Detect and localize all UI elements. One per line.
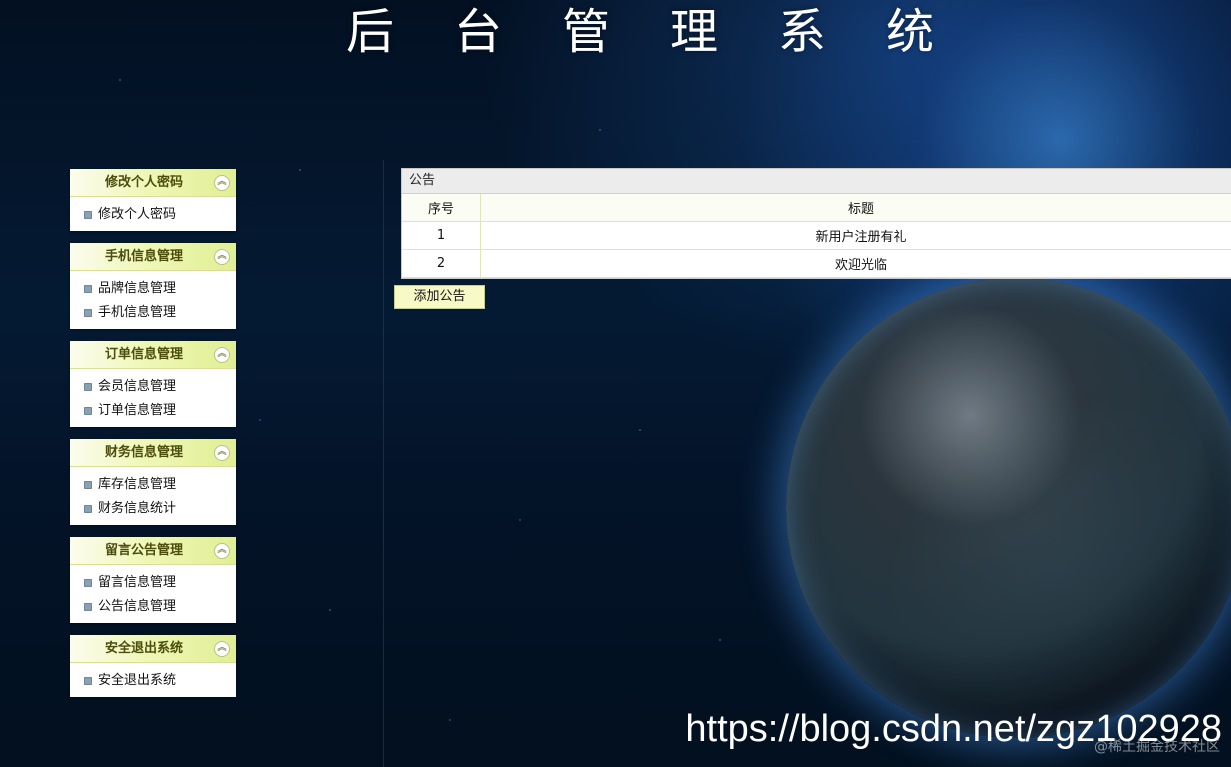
notice-table: 序号 标题 1 新用户注册有礼 2 欢迎光临 (402, 194, 1231, 278)
collapse-icon[interactable]: ︽ (214, 543, 230, 559)
column-header-title: 标题 (480, 194, 1231, 222)
menu-item-label: 财务信息统计 (98, 501, 177, 516)
menu-header-label: 安全退出系统 (104, 641, 183, 656)
page-title: 后台管理系统 (345, 4, 994, 60)
menu-header-label: 手机信息管理 (104, 249, 183, 264)
menu-item-logout[interactable]: 安全退出系统 (70, 669, 236, 693)
menu-header[interactable]: 手机信息管理 ︽ (70, 243, 236, 271)
cell-title[interactable]: 新用户注册有礼 (480, 221, 1231, 250)
table-row[interactable]: 1 新用户注册有礼 (402, 221, 1231, 250)
menu-group-logout: 安全退出系统 ︽ 安全退出系统 (70, 635, 236, 697)
menu-item-label: 公告信息管理 (98, 599, 177, 614)
column-header-no: 序号 (402, 194, 481, 222)
menu-header-label: 订单信息管理 (104, 347, 183, 362)
menu-group-order: 订单信息管理 ︽ 会员信息管理 订单信息管理 (70, 341, 236, 427)
menu-items: 留言信息管理 公告信息管理 (70, 565, 236, 623)
menu-header[interactable]: 安全退出系统 ︽ (70, 635, 236, 663)
menu-item-label: 手机信息管理 (98, 305, 177, 320)
menu-item-message[interactable]: 留言信息管理 (70, 571, 236, 595)
collapse-icon[interactable]: ︽ (214, 175, 230, 191)
menu-item-finance-stats[interactable]: 财务信息统计 (70, 497, 236, 521)
bullet-icon (84, 677, 92, 685)
cell-no: 2 (402, 249, 481, 278)
bullet-icon (84, 481, 92, 489)
add-notice-button[interactable]: 添加公告 (394, 285, 485, 309)
sidebar: 修改个人密码 ︽ 修改个人密码 手机信息管理 ︽ 品牌信息管理 手机信息管理 订… (70, 169, 236, 709)
collapse-icon[interactable]: ︽ (214, 249, 230, 265)
menu-item-notice[interactable]: 公告信息管理 (70, 595, 236, 619)
bullet-icon (84, 505, 92, 513)
menu-header[interactable]: 订单信息管理 ︽ (70, 341, 236, 369)
bullet-icon (84, 285, 92, 293)
menu-header-label: 留言公告管理 (104, 543, 183, 558)
menu-item-label: 安全退出系统 (98, 673, 177, 688)
menu-header[interactable]: 修改个人密码 ︽ (70, 169, 236, 197)
collapse-icon[interactable]: ︽ (214, 445, 230, 461)
bullet-icon (84, 407, 92, 415)
menu-item-label: 品牌信息管理 (98, 281, 177, 296)
menu-items: 修改个人密码 (70, 197, 236, 231)
menu-item-phone[interactable]: 手机信息管理 (70, 301, 236, 325)
menu-item-label: 库存信息管理 (98, 477, 177, 492)
menu-item-label: 修改个人密码 (98, 207, 177, 222)
menu-item-label: 留言信息管理 (98, 575, 177, 590)
bullet-icon (84, 579, 92, 587)
menu-group-finance: 财务信息管理 ︽ 库存信息管理 财务信息统计 (70, 439, 236, 525)
content-divider (383, 160, 384, 767)
notice-panel: 公告 序号 标题 1 新用户注册有礼 2 欢迎光临 (401, 168, 1231, 279)
menu-item-change-password[interactable]: 修改个人密码 (70, 203, 236, 227)
menu-item-label: 订单信息管理 (98, 403, 177, 418)
menu-items: 会员信息管理 订单信息管理 (70, 369, 236, 427)
watermark-sub: @稀土掘金技术社区 (1094, 739, 1220, 755)
table-header-row: 序号 标题 (402, 194, 1231, 222)
table-row[interactable]: 2 欢迎光临 (402, 249, 1231, 278)
bullet-icon (84, 211, 92, 219)
menu-item-order[interactable]: 订单信息管理 (70, 399, 236, 423)
menu-item-brand[interactable]: 品牌信息管理 (70, 277, 236, 301)
menu-group-phone: 手机信息管理 ︽ 品牌信息管理 手机信息管理 (70, 243, 236, 329)
menu-items: 库存信息管理 财务信息统计 (70, 467, 236, 525)
bullet-icon (84, 383, 92, 391)
menu-item-stock[interactable]: 库存信息管理 (70, 473, 236, 497)
menu-item-label: 会员信息管理 (98, 379, 177, 394)
menu-header-label: 财务信息管理 (104, 445, 183, 460)
planet-image (786, 278, 1231, 738)
bullet-icon (84, 309, 92, 317)
bullet-icon (84, 603, 92, 611)
collapse-icon[interactable]: ︽ (214, 641, 230, 657)
menu-header[interactable]: 财务信息管理 ︽ (70, 439, 236, 467)
panel-title: 公告 (402, 169, 1231, 194)
menu-group-message: 留言公告管理 ︽ 留言信息管理 公告信息管理 (70, 537, 236, 623)
cell-no: 1 (402, 221, 481, 250)
menu-header-label: 修改个人密码 (104, 175, 183, 190)
menu-item-member[interactable]: 会员信息管理 (70, 375, 236, 399)
menu-items: 安全退出系统 (70, 663, 236, 697)
cell-title[interactable]: 欢迎光临 (480, 249, 1231, 278)
menu-header[interactable]: 留言公告管理 ︽ (70, 537, 236, 565)
menu-items: 品牌信息管理 手机信息管理 (70, 271, 236, 329)
menu-group-password: 修改个人密码 ︽ 修改个人密码 (70, 169, 236, 231)
collapse-icon[interactable]: ︽ (214, 347, 230, 363)
